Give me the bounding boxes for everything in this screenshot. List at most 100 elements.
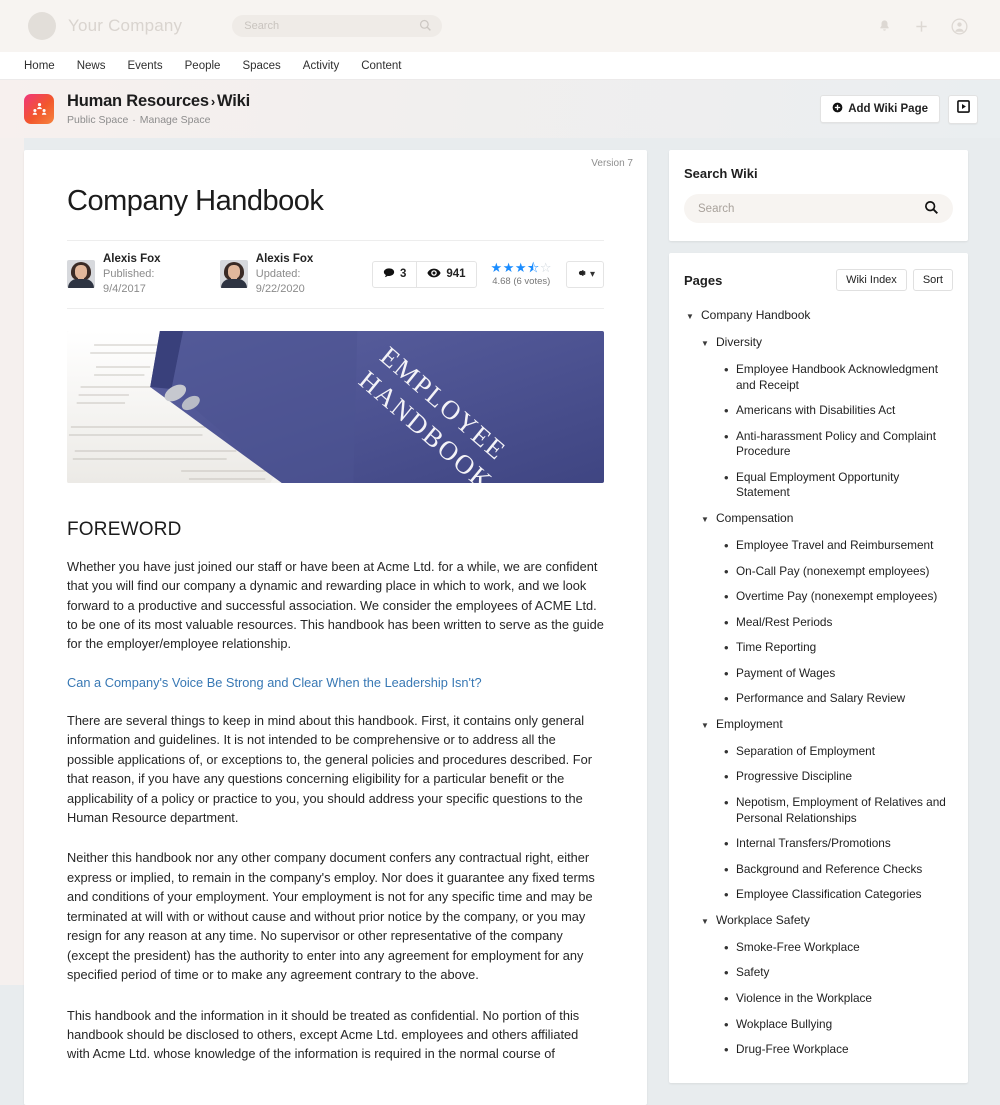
tree-node-leaf[interactable]: • Equal Employment Opportunity Statement bbox=[684, 465, 953, 506]
tree-node-label[interactable]: Employee Handbook Acknowledgment and Rec… bbox=[736, 362, 953, 393]
tree-node-label[interactable]: Wokplace Bullying bbox=[736, 1017, 832, 1033]
tree-node-label[interactable]: Anti-harassment Policy and Complaint Pro… bbox=[736, 429, 953, 460]
tree-node-label[interactable]: Violence in the Workplace bbox=[736, 991, 872, 1007]
nav-item-activity[interactable]: Activity bbox=[303, 60, 339, 72]
tree-node-label[interactable]: Equal Employment Opportunity Statement bbox=[736, 470, 953, 501]
nav-item-people[interactable]: People bbox=[185, 60, 221, 72]
chevron-down-icon[interactable]: ▼ bbox=[701, 717, 713, 734]
tree-node-label[interactable]: Safety bbox=[736, 965, 769, 981]
tree-node-label[interactable]: Employee Travel and Reimbursement bbox=[736, 538, 933, 554]
tree-node-leaf[interactable]: • Employee Handbook Acknowledgment and Re… bbox=[684, 357, 953, 398]
tree-node-leaf[interactable]: • On-Call Pay (nonexempt employees) bbox=[684, 559, 953, 585]
chevron-down-icon[interactable]: ▼ bbox=[701, 913, 713, 930]
manage-space-link[interactable]: Manage Space bbox=[140, 114, 211, 126]
wiki-search-input[interactable]: Search bbox=[684, 194, 953, 223]
nav-item-events[interactable]: Events bbox=[127, 60, 162, 72]
global-search-input[interactable]: Search bbox=[232, 15, 443, 37]
tree-node-label[interactable]: Meal/Rest Periods bbox=[736, 615, 832, 631]
paragraph: There are several things to keep in mind… bbox=[67, 712, 592, 825]
bullet-icon: • bbox=[724, 428, 729, 444]
tree-node-leaf[interactable]: • Wokplace Bullying bbox=[684, 1012, 953, 1038]
tree-node-leaf[interactable]: • Meal/Rest Periods bbox=[684, 610, 953, 636]
account-circle-icon[interactable] bbox=[951, 17, 968, 35]
wiki-index-button[interactable]: Wiki Index bbox=[836, 269, 907, 291]
tree-node-expandable[interactable]: ▼ Company Handbook bbox=[684, 303, 953, 330]
tree-node-label[interactable]: On-Call Pay (nonexempt employees) bbox=[736, 564, 929, 580]
star-5-icon[interactable]: ☆ bbox=[540, 260, 552, 275]
tree-node-leaf[interactable]: • Americans with Disabilities Act bbox=[684, 398, 953, 424]
add-wiki-page-button[interactable]: Add Wiki Page bbox=[820, 95, 940, 123]
tree-node-label[interactable]: Background and Reference Checks bbox=[736, 862, 922, 878]
tree-node-label[interactable]: Employment bbox=[716, 717, 783, 733]
nav-item-content[interactable]: Content bbox=[361, 60, 401, 72]
star-1-icon[interactable]: ★ bbox=[491, 260, 503, 275]
nav-item-home[interactable]: Home bbox=[24, 60, 55, 72]
space-name[interactable]: Human Resources bbox=[67, 92, 209, 110]
tree-node-label[interactable]: Smoke-Free Workplace bbox=[736, 940, 860, 956]
inline-article-link[interactable]: Can a Company's Voice Be Strong and Clea… bbox=[67, 675, 604, 690]
tree-node-label[interactable]: Employee Classification Categories bbox=[736, 887, 922, 903]
brand[interactable]: Your Company bbox=[28, 12, 182, 40]
chevron-down-icon[interactable]: ▼ bbox=[701, 511, 713, 528]
author-name[interactable]: Alexis Fox bbox=[256, 252, 346, 267]
tree-node-leaf[interactable]: • Background and Reference Checks bbox=[684, 857, 953, 883]
tree-node-leaf[interactable]: • Progressive Discipline bbox=[684, 764, 953, 790]
tree-node-leaf[interactable]: • Time Reporting bbox=[684, 635, 953, 661]
tree-node-label[interactable]: Payment of Wages bbox=[736, 666, 835, 682]
tree-node-expandable[interactable]: ▼ Employment bbox=[684, 712, 953, 739]
comments-count[interactable]: 3 bbox=[373, 262, 416, 287]
tree-node-label[interactable]: Diversity bbox=[716, 335, 762, 351]
tree-node-leaf[interactable]: • Nepotism, Employment of Relatives and P… bbox=[684, 790, 953, 831]
tree-node-label[interactable]: Nepotism, Employment of Relatives and Pe… bbox=[736, 795, 953, 826]
tree-node-expandable[interactable]: ▼ Diversity bbox=[684, 330, 953, 357]
bullet-icon: • bbox=[724, 795, 729, 810]
rating-widget[interactable]: ★★★⯪☆ 4.68 (6 votes) bbox=[487, 261, 556, 287]
tree-node-leaf[interactable]: • Separation of Employment bbox=[684, 739, 953, 765]
tree-node-label[interactable]: Drug-Free Workplace bbox=[736, 1042, 849, 1058]
search-icon[interactable] bbox=[924, 200, 939, 218]
tree-node-leaf[interactable]: • Employee Classification Categories bbox=[684, 882, 953, 908]
space-section[interactable]: Wiki bbox=[217, 92, 250, 110]
tree-node-label[interactable]: Separation of Employment bbox=[736, 744, 875, 760]
star-2-icon[interactable]: ★ bbox=[503, 260, 515, 275]
plus-icon[interactable] bbox=[914, 19, 929, 34]
author-published[interactable]: Alexis Fox Published: 9/4/2017 bbox=[67, 252, 194, 297]
tree-node-leaf[interactable]: • Safety bbox=[684, 960, 953, 986]
tree-node-label[interactable]: Overtime Pay (nonexempt employees) bbox=[736, 589, 937, 605]
chevron-down-icon[interactable]: ▼ bbox=[686, 308, 698, 325]
tree-node-leaf[interactable]: • Internal Transfers/Promotions bbox=[684, 831, 953, 857]
tree-node-label[interactable]: Workplace Safety bbox=[716, 913, 810, 929]
tree-node-leaf[interactable]: • Anti-harassment Policy and Complaint Pr… bbox=[684, 424, 953, 465]
chevron-down-icon[interactable]: ▼ bbox=[701, 335, 713, 352]
sort-button[interactable]: Sort bbox=[912, 269, 953, 291]
tree-node-leaf[interactable]: • Smoke-Free Workplace bbox=[684, 935, 953, 961]
tree-node-leaf[interactable]: • Overtime Pay (nonexempt employees) bbox=[684, 584, 953, 610]
nav-item-news[interactable]: News bbox=[77, 60, 106, 72]
tree-node-label[interactable]: Compensation bbox=[716, 511, 793, 527]
tree-node-label[interactable]: Internal Transfers/Promotions bbox=[736, 836, 891, 852]
bell-icon[interactable] bbox=[877, 19, 892, 34]
tree-node-expandable[interactable]: ▼ Compensation bbox=[684, 506, 953, 533]
gear-icon bbox=[575, 267, 587, 282]
star-rating[interactable]: ★★★⯪☆ bbox=[491, 261, 552, 274]
tree-node-label[interactable]: Time Reporting bbox=[736, 640, 816, 656]
star-4-half-icon[interactable]: ⯪ bbox=[527, 260, 540, 275]
author-name[interactable]: Alexis Fox bbox=[103, 252, 194, 267]
tree-node-leaf[interactable]: • Employee Travel and Reimbursement bbox=[684, 533, 953, 559]
nav-item-spaces[interactable]: Spaces bbox=[242, 60, 280, 72]
right-sidebar: Search Wiki Search Pages Wiki Index Sort… bbox=[669, 150, 968, 1105]
tree-node-leaf[interactable]: • Payment of Wages bbox=[684, 661, 953, 687]
tree-node-label[interactable]: Company Handbook bbox=[701, 308, 810, 324]
tree-node-expandable[interactable]: ▼ Workplace Safety bbox=[684, 908, 953, 935]
star-3-icon[interactable]: ★ bbox=[515, 260, 527, 275]
tree-node-label[interactable]: Americans with Disabilities Act bbox=[736, 403, 895, 419]
tree-node-leaf[interactable]: • Violence in the Workplace bbox=[684, 986, 953, 1012]
tree-node-label[interactable]: Performance and Salary Review bbox=[736, 691, 905, 707]
author-updated[interactable]: Alexis Fox Updated: 9/22/2020 bbox=[219, 252, 346, 297]
search-wiki-card: Search Wiki Search bbox=[669, 150, 968, 241]
tree-node-leaf[interactable]: • Performance and Salary Review bbox=[684, 686, 953, 712]
tree-node-label[interactable]: Progressive Discipline bbox=[736, 769, 852, 785]
tree-node-leaf[interactable]: • Drug-Free Workplace bbox=[684, 1037, 953, 1063]
play-box-button[interactable] bbox=[948, 94, 978, 124]
article-actions-button[interactable]: ▾ bbox=[565, 260, 604, 288]
